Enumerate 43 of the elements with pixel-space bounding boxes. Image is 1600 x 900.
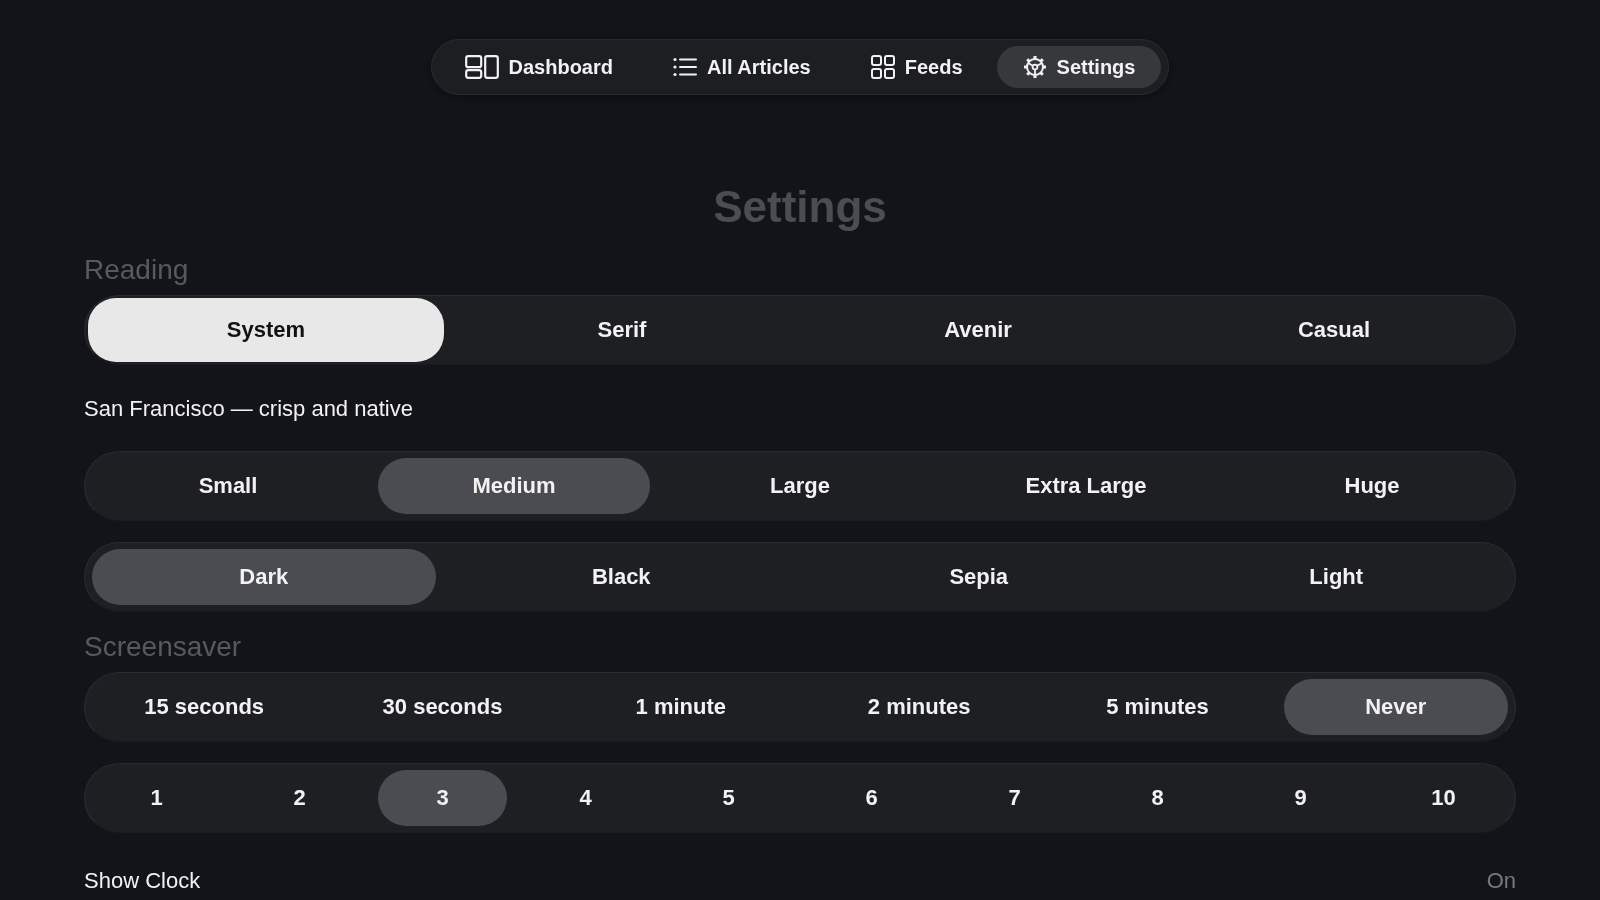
segment-option[interactable]: Sepia bbox=[807, 549, 1151, 605]
segment-option[interactable]: Avenir bbox=[800, 298, 1156, 362]
segment-option[interactable]: Dark bbox=[92, 549, 436, 605]
segment-option[interactable]: 5 minutes bbox=[1045, 679, 1270, 735]
font-description: San Francisco — crisp and native bbox=[84, 395, 413, 423]
setting-label: Show Clock bbox=[84, 867, 201, 895]
segment-option[interactable]: 4 bbox=[521, 770, 650, 826]
segment-option[interactable]: 7 bbox=[950, 770, 1079, 826]
segment-option[interactable]: 10 bbox=[1379, 770, 1508, 826]
segment-option[interactable]: Medium bbox=[378, 458, 650, 514]
segment-option[interactable]: 2 minutes bbox=[807, 679, 1032, 735]
segment-option[interactable]: 9 bbox=[1236, 770, 1365, 826]
layout-icon bbox=[464, 55, 499, 79]
segment-option[interactable]: System bbox=[88, 298, 444, 362]
settings-icon bbox=[1022, 55, 1047, 79]
segment-option[interactable]: 30 seconds bbox=[330, 679, 555, 735]
segment-option[interactable]: 2 bbox=[235, 770, 364, 826]
page-title: Settings bbox=[713, 181, 887, 233]
segment-option[interactable]: Serif bbox=[444, 298, 800, 362]
segment-option[interactable]: Casual bbox=[1156, 298, 1512, 362]
segment-option[interactable]: 6 bbox=[807, 770, 936, 826]
section-heading: Reading bbox=[84, 254, 189, 286]
setting-value: On bbox=[1486, 867, 1516, 895]
grid-icon bbox=[870, 55, 895, 79]
segment-option[interactable]: 1 bbox=[92, 770, 221, 826]
list-icon bbox=[673, 55, 697, 79]
segment-option[interactable]: Light bbox=[1164, 549, 1508, 605]
nav-tab[interactable]: Dashboard bbox=[438, 46, 639, 88]
segment-option[interactable]: 15 seconds bbox=[92, 679, 317, 735]
segment-option[interactable]: 1 minute bbox=[568, 679, 793, 735]
segment-option[interactable]: Black bbox=[449, 549, 793, 605]
nav-tab[interactable]: Feeds bbox=[844, 46, 989, 88]
segment-option[interactable]: Huge bbox=[1236, 458, 1508, 514]
nav-tab[interactable]: Settings bbox=[996, 46, 1162, 88]
segment-option[interactable]: Extra Large bbox=[950, 458, 1222, 514]
segment-option[interactable]: Never bbox=[1283, 679, 1508, 735]
segment-option[interactable]: 5 bbox=[664, 770, 793, 826]
segment-option[interactable]: 3 bbox=[378, 770, 507, 826]
section-heading: Screensaver bbox=[84, 631, 242, 663]
nav-tab[interactable]: All Articles bbox=[647, 46, 837, 88]
segment-option[interactable]: Small bbox=[92, 458, 364, 514]
segment-option[interactable]: 8 bbox=[1093, 770, 1222, 826]
segment-option[interactable]: Large bbox=[664, 458, 936, 514]
